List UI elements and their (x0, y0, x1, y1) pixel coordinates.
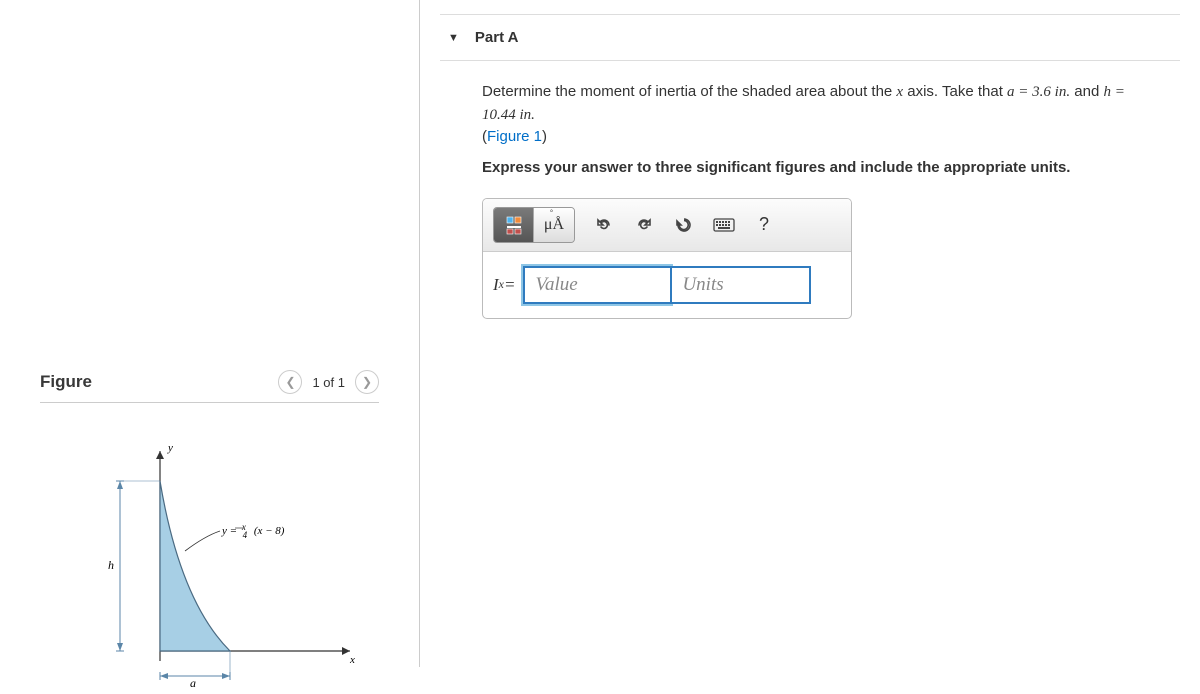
a-label: a (190, 676, 196, 690)
instruction-text: Express your answer to three significant… (482, 159, 1160, 176)
answer-toolbar: μÅ° (483, 199, 851, 252)
figure-counter: 1 of 1 (312, 375, 345, 390)
figure-title: Figure (40, 372, 92, 392)
part-a-header[interactable]: ▼ Part A (440, 14, 1180, 61)
left-panel: Figure ❮ 1 of 1 ❯ y x (0, 0, 420, 667)
y-axis-label: y (167, 442, 173, 454)
units-button[interactable]: μÅ° (534, 208, 574, 242)
curve-equation: y = x 4 (x − 8) (221, 521, 285, 541)
redo-button[interactable] (631, 212, 657, 238)
x-axis-label: x (349, 654, 355, 666)
reset-button[interactable] (671, 212, 697, 238)
h-label: h (108, 558, 114, 572)
equation-label: Ix = (493, 266, 523, 304)
answer-box: μÅ° (482, 198, 852, 319)
keyboard-button[interactable] (711, 212, 737, 238)
shaded-area (160, 481, 230, 651)
undo-button[interactable] (591, 212, 617, 238)
value-input[interactable] (523, 266, 671, 304)
help-button[interactable]: ? (751, 212, 777, 238)
part-body: Determine the moment of inertia of the s… (440, 61, 1160, 319)
figure-nav: ❮ 1 of 1 ❯ (278, 370, 379, 394)
part-title: Part A (475, 29, 519, 46)
units-input[interactable] (671, 266, 811, 304)
next-figure-button[interactable]: ❯ (355, 370, 379, 394)
right-panel: ▼ Part A Determine the moment of inertia… (420, 0, 1200, 667)
templates-button[interactable] (494, 208, 534, 242)
template-fraction-group: μÅ° (493, 207, 575, 243)
collapse-triangle-icon: ▼ (448, 32, 459, 44)
question-text: Determine the moment of inertia of the s… (482, 81, 1160, 149)
figure-1-link[interactable]: Figure 1 (487, 128, 542, 145)
figure-header: Figure ❮ 1 of 1 ❯ (40, 370, 379, 403)
part-a-section: ▼ Part A Determine the moment of inertia… (440, 14, 1180, 319)
figure-diagram: y x h a (40, 431, 379, 694)
prev-figure-button[interactable]: ❮ (278, 370, 302, 394)
answer-input-row: Ix = (483, 252, 851, 318)
